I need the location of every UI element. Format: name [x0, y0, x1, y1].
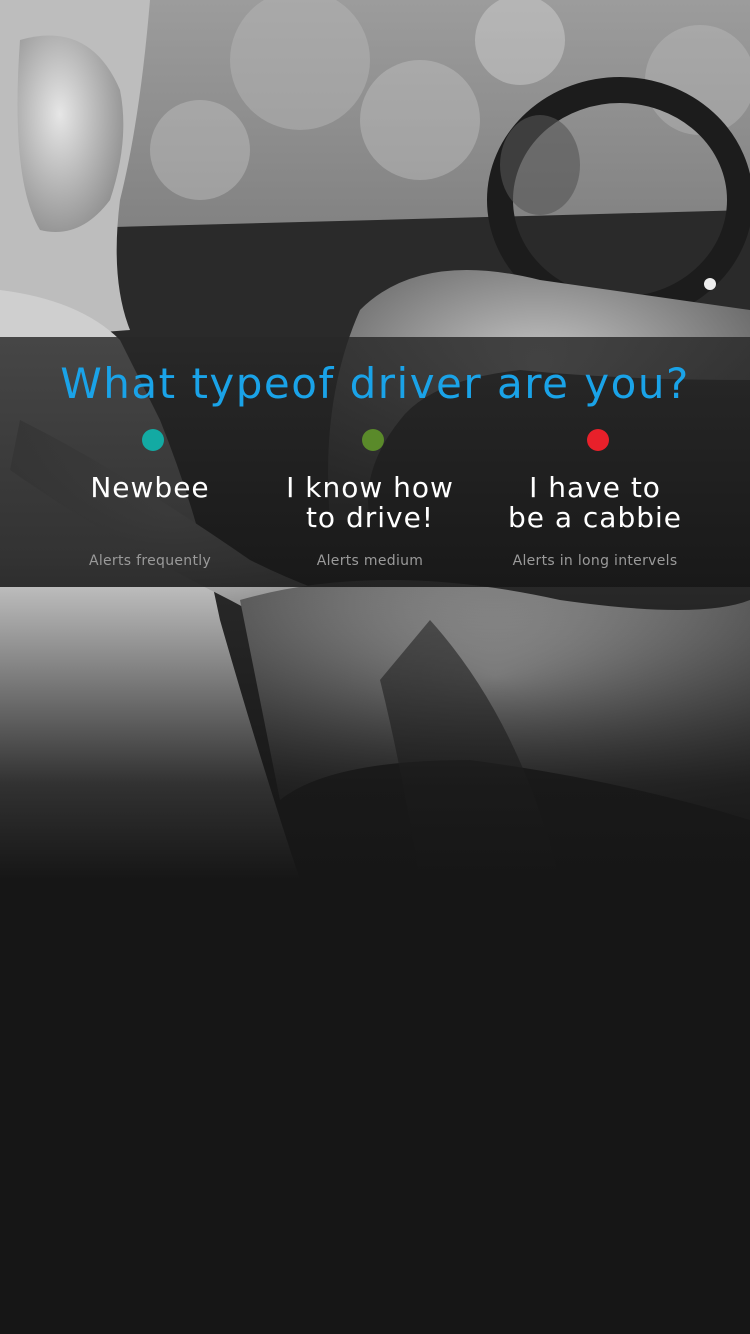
question-title: What typeof driver are you? [60, 359, 690, 408]
option-label: Newbee [90, 471, 210, 504]
option-label: I have to be a cabbie [507, 471, 683, 534]
option-know-how-to-drive[interactable]: I know how to drive! Alerts medium [255, 429, 485, 579]
background-fade [0, 560, 750, 880]
red-dot-icon [587, 429, 609, 451]
green-dot-icon [362, 429, 384, 451]
driver-type-screen: What typeof driver are you? Newbee Alert… [0, 0, 750, 1334]
option-label: I know how to drive! [286, 471, 454, 534]
option-description: Alerts medium [316, 553, 424, 569]
option-newbee[interactable]: Newbee Alerts frequently [35, 429, 265, 579]
option-description: Alerts in long intervels [512, 553, 678, 569]
driver-type-panel: What typeof driver are you? Newbee Alert… [0, 337, 750, 587]
option-description: Alerts frequently [88, 553, 212, 569]
option-cabbie[interactable]: I have to be a cabbie Alerts in long int… [480, 429, 710, 579]
teal-dot-icon [142, 429, 164, 451]
